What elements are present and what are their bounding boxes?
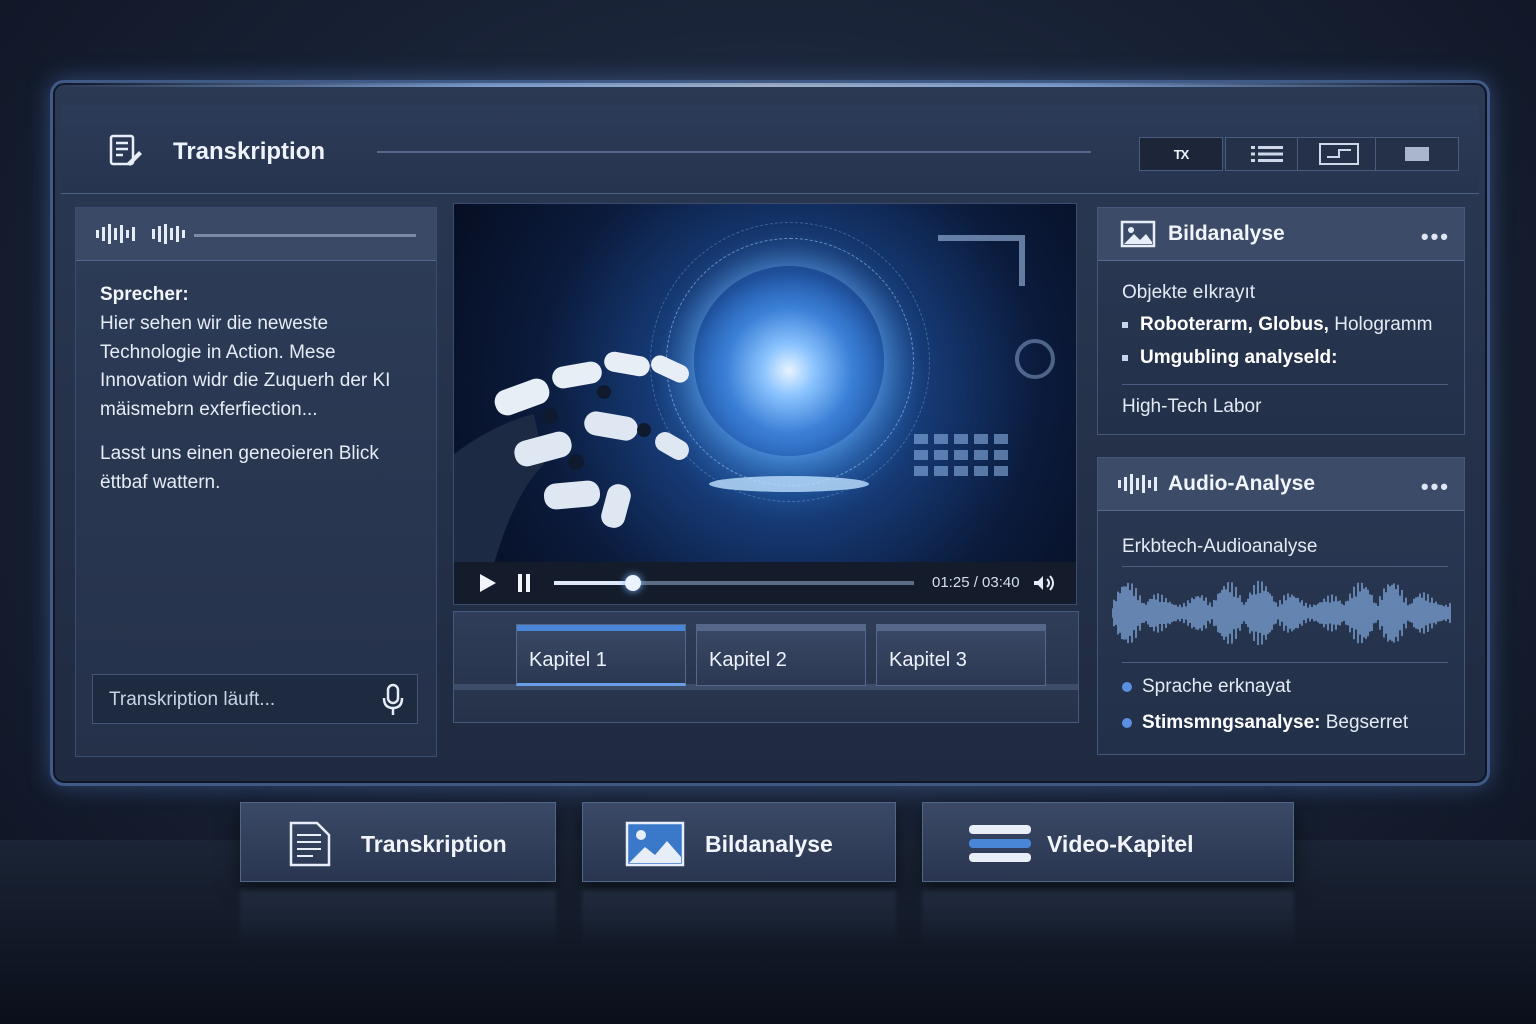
image-icon [625, 821, 685, 867]
bullet-icon [1122, 717, 1132, 728]
video-progress-fill [554, 581, 634, 585]
chapter-label: Kapitel 2 [709, 649, 787, 671]
layers-icon [969, 825, 1031, 862]
environment-value: High-Tech Labor [1122, 396, 1262, 417]
microphone-icon[interactable] [381, 683, 405, 717]
list-icon [1251, 146, 1283, 162]
bullet-icon [1122, 681, 1132, 692]
title-divider [377, 151, 1091, 153]
toolbar-caption-button[interactable] [1297, 137, 1381, 171]
objects-list-item: Roboterarm, Globus, Hologramm [1122, 314, 1432, 336]
more-options-icon[interactable]: ••• [1421, 474, 1450, 500]
more-options-icon[interactable]: ••• [1421, 224, 1450, 250]
video-time: 01:25 / 03:40 [932, 574, 1020, 591]
audio-wave-icon [152, 224, 185, 244]
chapter-2-button[interactable]: Kapitel 2 [696, 624, 866, 686]
button-reflection [240, 890, 556, 950]
toolbar-tx-button[interactable]: TX [1139, 137, 1223, 171]
audio-analysis-subtitle: Erkbtech-Audioanalyse [1122, 536, 1318, 557]
play-icon[interactable] [480, 574, 496, 592]
audio-analysis-title: Audio-Analyse [1168, 472, 1316, 495]
hud-decoration [914, 434, 1008, 476]
app-window: Transkription TX Sprecher: Hier sehen wi… [50, 80, 1490, 786]
image-analysis-header: Bildanalyse ••• [1098, 208, 1464, 261]
chapter-label: Kapitel 3 [889, 649, 967, 671]
hologram-base-glow [709, 476, 869, 492]
volume-icon[interactable] [1032, 574, 1058, 592]
bullet-icon [1122, 321, 1128, 328]
transcript-panel: Sprecher: Hier sehen wir die neweste Tec… [75, 207, 437, 757]
caption-icon [1319, 143, 1359, 165]
audio-wave-icon [96, 224, 135, 244]
image-icon [1120, 220, 1156, 248]
transcript-paragraph: Hier sehen wir die neweste Technologie i… [100, 313, 391, 420]
hud-frame-decoration [938, 235, 1025, 286]
tx-icon: TX [1173, 146, 1190, 162]
app-title: Transkription [173, 138, 326, 165]
transcription-feature-button[interactable]: Transkription [240, 802, 556, 882]
image-analysis-panel: Bildanalyse ••• Objekte eIkrayıt Roboter… [1097, 207, 1465, 435]
screen-icon [1405, 147, 1429, 161]
speaker-label: Sprecher: [100, 284, 189, 305]
pause-icon[interactable] [518, 574, 530, 592]
video-controls: 01:25 / 03:40 [454, 562, 1076, 604]
globe-hologram [694, 266, 884, 456]
image-analysis-feature-button[interactable]: Bildanalyse [582, 802, 896, 882]
video-progress-bar[interactable] [554, 575, 914, 591]
divider [1122, 662, 1448, 663]
divider [1122, 566, 1448, 567]
video-progress-handle[interactable] [625, 575, 642, 591]
chapter-label: Kapitel 1 [529, 649, 607, 671]
video-player[interactable]: 01:25 / 03:40 [453, 203, 1077, 605]
transcript-doc-icon [109, 134, 142, 166]
hud-ring-decoration [1015, 339, 1055, 379]
transcript-paragraph: Lasst uns einen geneoieren Blick ëttbaf … [100, 443, 379, 493]
objects-label: Objekte eIkrayıt [1122, 282, 1256, 303]
audio-wave-icon [1118, 474, 1157, 494]
video-chapters-feature-button[interactable]: Video-Kapitel [922, 802, 1294, 882]
divider [1122, 384, 1448, 385]
chapter-strip: Kapitel 1 Kapitel 2 Kapitel 3 [453, 611, 1079, 723]
bullet-icon [1122, 354, 1128, 361]
title-bar: Transkription TX [61, 105, 1479, 194]
audio-analysis-panel: Audio-Analyse ••• Erkbtech-Audioanalyse … [1097, 457, 1465, 755]
transcription-status-field[interactable]: Transkription läuft... [92, 674, 418, 724]
robot-hand-image [454, 351, 689, 564]
audio-result-item: Stimsmngsanalyse: Begserret [1122, 712, 1408, 734]
button-reflection [582, 890, 896, 950]
audio-analysis-header: Audio-Analyse ••• [1098, 458, 1464, 511]
audio-level-line [194, 234, 416, 237]
toolbar-screen-button[interactable] [1375, 137, 1459, 171]
audio-waveform [1112, 580, 1451, 646]
document-icon [289, 821, 331, 867]
button-label: Video-Kapitel [1047, 831, 1194, 857]
button-label: Bildanalyse [705, 831, 833, 857]
environment-list-item: Umgubling analyseld: [1122, 347, 1337, 369]
chapter-1-button[interactable]: Kapitel 1 [516, 624, 686, 686]
transcript-header [76, 208, 436, 261]
button-reflection [922, 890, 1294, 950]
button-label: Transkription [361, 831, 507, 857]
transcription-status-text: Transkription läuft... [109, 689, 276, 710]
chapter-3-button[interactable]: Kapitel 3 [876, 624, 1046, 686]
audio-result-item: Sprache erknayat [1122, 676, 1291, 698]
image-analysis-title: Bildanalyse [1168, 222, 1285, 245]
